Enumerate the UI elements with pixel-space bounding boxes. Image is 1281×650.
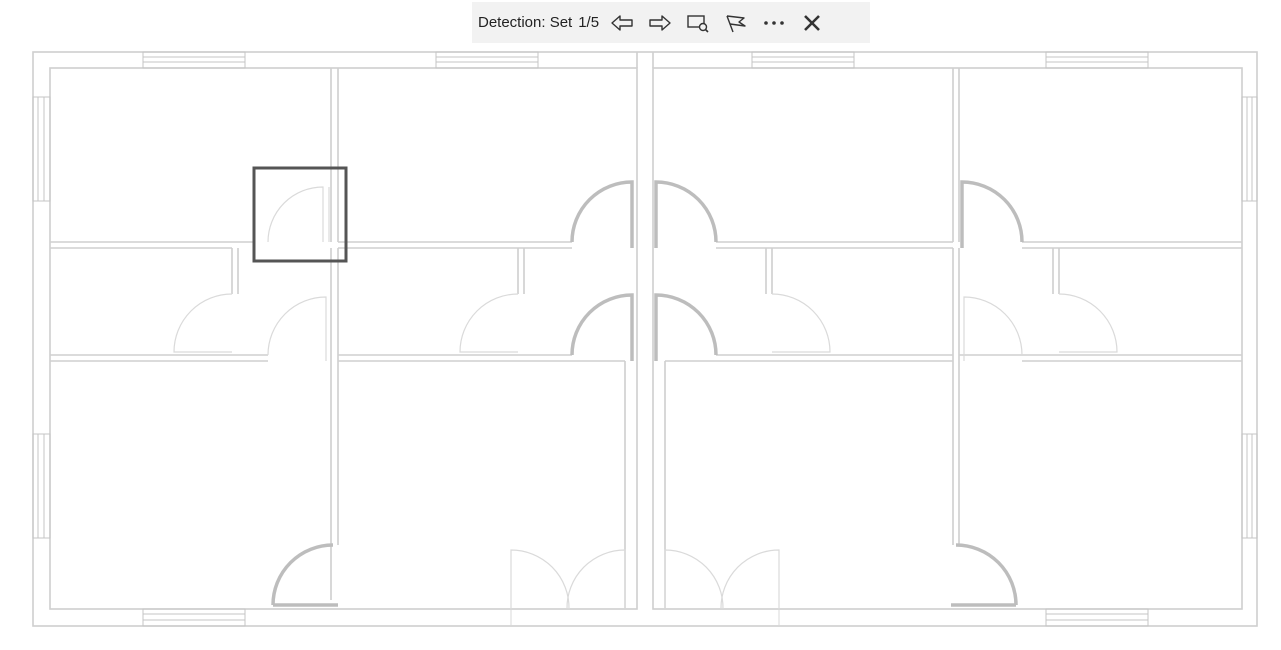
close-icon — [804, 14, 820, 31]
zoom-to-detection-button[interactable] — [679, 6, 717, 40]
ellipsis-icon — [764, 20, 784, 25]
more-button[interactable] — [755, 6, 793, 40]
doors-other — [173, 293, 1118, 626]
interior-walls-right — [664, 68, 1242, 609]
next-button[interactable] — [641, 6, 679, 40]
previous-button[interactable] — [603, 6, 641, 40]
selected-door — [267, 186, 324, 243]
interior-walls-left — [50, 68, 626, 609]
flag-button[interactable] — [717, 6, 755, 40]
arrow-right-icon — [649, 14, 671, 31]
detection-toolbar: Detection: Set 1/5 — [472, 2, 870, 43]
doors-detected — [271, 180, 1024, 607]
detection-highlight-box[interactable] — [252, 166, 348, 263]
arrow-left-icon — [611, 14, 633, 31]
detection-counter: 1/5 — [578, 14, 600, 31]
flag-icon — [726, 14, 746, 32]
close-button[interactable] — [793, 6, 831, 40]
zoom-rect-icon — [687, 14, 709, 33]
windows — [32, 51, 1258, 627]
outer-walls — [32, 51, 1258, 627]
detection-label: Detection: Set — [478, 14, 573, 31]
floor-plan-canvas[interactable] — [0, 0, 1281, 650]
